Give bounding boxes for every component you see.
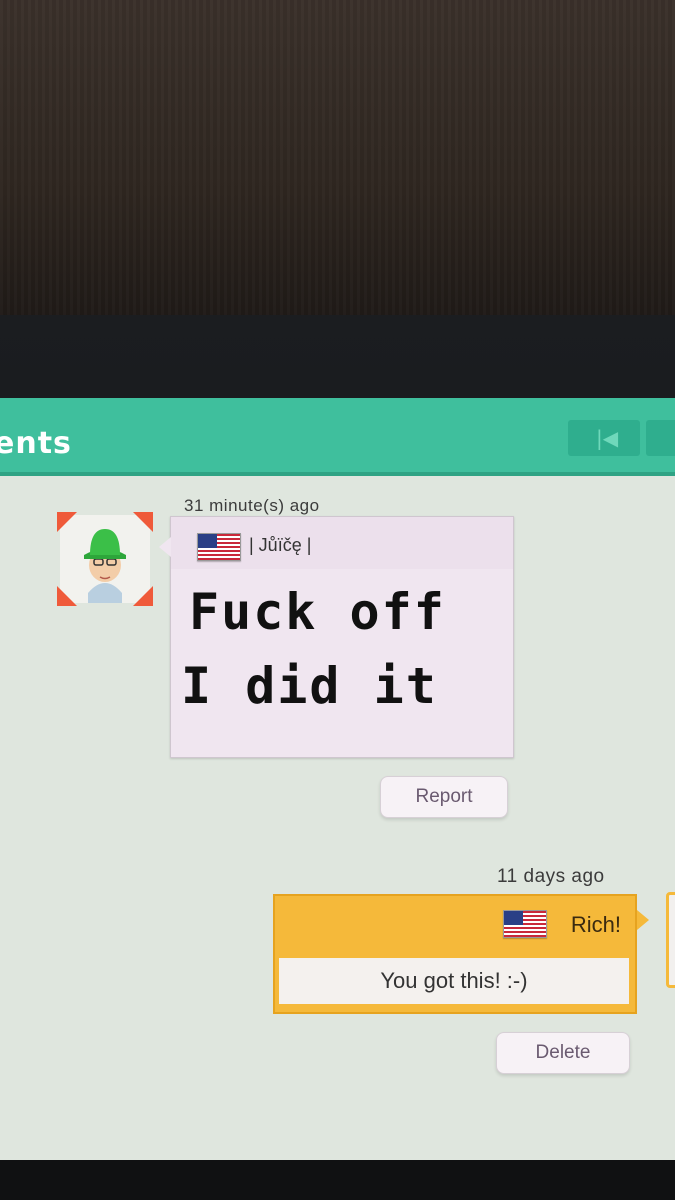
device-screen: ents |◀ 31 minute(s) ago | Jůïčę | Fuck … [0,398,675,1160]
mii-avatar-icon [84,529,126,603]
us-flag-icon [503,910,547,938]
header-button[interactable]: |◀ [568,420,640,456]
report-button[interactable]: Report [380,776,508,818]
desk-background [0,0,675,320]
reply-message: You got this! :-) [279,958,629,1004]
avatar[interactable] [57,512,153,606]
reply-card: Rich! You got this! :-) [273,894,649,1014]
drawing-line: I did it [181,657,438,715]
avatar[interactable] [666,892,675,988]
reply-username: Rich! [570,912,621,937]
post-timestamp: 31 minute(s) ago [184,496,320,515]
delete-button[interactable]: Delete [496,1032,630,1074]
reply-timestamp: 11 days ago [497,866,605,887]
page-title: ents [0,426,72,461]
post-card: | Jůïčę | Fuck off I did it [159,516,514,758]
handwritten-drawing: Fuck off I did it [181,575,511,723]
post-header: | Jůïčę | [171,517,513,569]
header-bar: ents |◀ [0,398,675,476]
post-username: | Jůïčę | [249,535,312,555]
device-bezel-bottom [0,1160,675,1200]
header-button[interactable] [646,420,675,456]
drawing-line: Fuck off [189,583,446,641]
chevron-icon: |◀ [596,426,619,450]
us-flag-icon [197,533,241,561]
